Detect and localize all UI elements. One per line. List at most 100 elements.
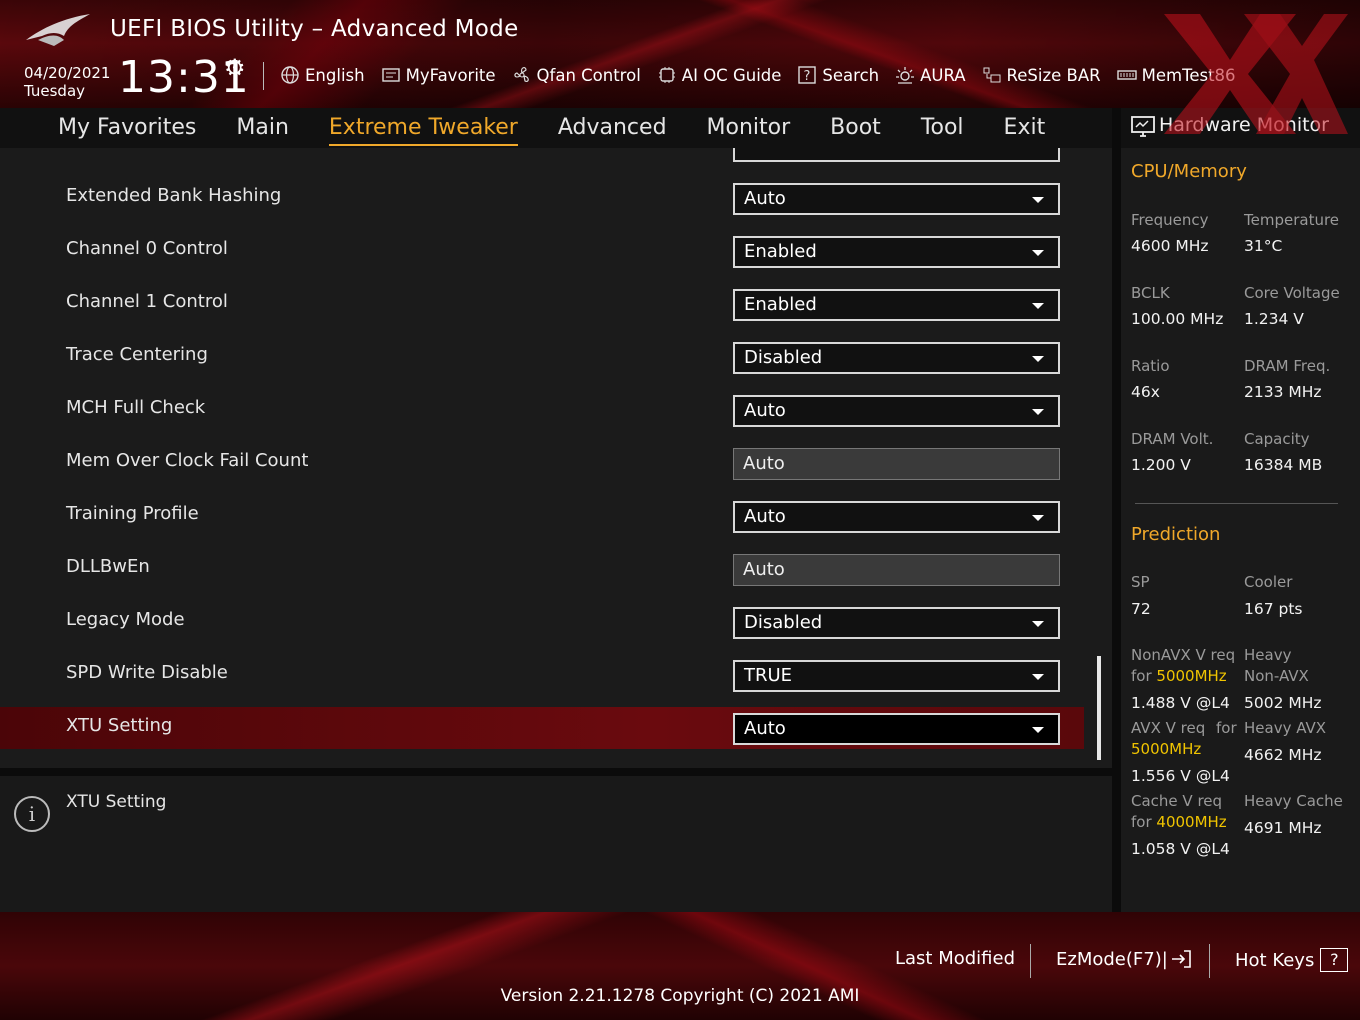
version-text: Version 2.21.1278 Copyright (C) 2021 AMI bbox=[500, 986, 860, 1006]
monitor-icon bbox=[1131, 116, 1155, 137]
language-label: English bbox=[305, 65, 365, 85]
setting-row-legacy-mode[interactable]: Legacy Mode Disabled bbox=[0, 601, 1100, 643]
setting-row-channel-0-control[interactable]: Channel 0 Control Enabled bbox=[0, 230, 1100, 272]
setting-row-xtu-setting[interactable]: XTU Setting Auto bbox=[0, 707, 1084, 749]
setting-dropdown[interactable]: Disabled bbox=[733, 342, 1060, 374]
main-tab-bar: My Favorites Main Extreme Tweaker Advanced M… bbox=[0, 108, 1112, 148]
myfavorite-button[interactable]: MyFavorite bbox=[381, 65, 496, 85]
setting-label: Channel 0 Control bbox=[66, 238, 228, 259]
setting-value: Auto bbox=[743, 453, 785, 474]
nonavx-vreq-value: 1.488 V @L4 bbox=[1131, 694, 1230, 712]
day-display: Tuesday bbox=[24, 82, 86, 100]
tab-advanced[interactable]: Advanced bbox=[558, 115, 667, 142]
cache-target-freq: 4000MHz bbox=[1156, 813, 1227, 831]
aura-light-icon bbox=[895, 65, 915, 85]
tab-tool[interactable]: Tool bbox=[921, 115, 964, 142]
setting-value-field: Auto bbox=[733, 554, 1060, 586]
favorite-icon bbox=[381, 65, 401, 85]
capacity-value: 16384 MB bbox=[1244, 456, 1323, 474]
setting-row-dllbwen[interactable]: DLLBwEn Auto bbox=[0, 548, 1100, 590]
tab-main[interactable]: Main bbox=[236, 115, 289, 142]
setting-dropdown[interactable]: Enabled bbox=[733, 289, 1060, 321]
bclk-value: 100.00 MHz bbox=[1131, 310, 1224, 328]
setting-value: TRUE bbox=[744, 665, 793, 686]
help-text: XTU Setting bbox=[66, 792, 167, 812]
setting-row-mch-full-check[interactable]: MCH Full Check Auto bbox=[0, 389, 1100, 431]
exit-arrow-icon bbox=[1171, 950, 1191, 968]
tab-monitor[interactable]: Monitor bbox=[707, 115, 791, 142]
setting-dropdown[interactable]: TRUE bbox=[733, 660, 1060, 692]
hot-keys-button[interactable]: Hot Keys ? bbox=[1235, 948, 1349, 972]
tab-exit[interactable]: Exit bbox=[1004, 115, 1046, 142]
chevron-down-icon bbox=[1032, 727, 1044, 733]
search-label: Search bbox=[822, 65, 880, 85]
setting-dropdown[interactable]: Auto bbox=[733, 183, 1060, 215]
dram-freq-label: DRAM Freq. bbox=[1244, 357, 1331, 375]
ezmode-label: EzMode(F7)| bbox=[1056, 948, 1168, 970]
tab-boot[interactable]: Boot bbox=[830, 115, 881, 142]
setting-value: Enabled bbox=[744, 294, 817, 315]
setting-label: SPD Write Disable bbox=[66, 662, 228, 683]
setting-row-training-profile[interactable]: Training Profile Auto bbox=[0, 495, 1100, 537]
setting-row-mem-over-clock-fail-count[interactable]: Mem Over Clock Fail Count Auto bbox=[0, 442, 1100, 484]
cooler-label: Cooler bbox=[1244, 573, 1293, 591]
tab-extreme-tweaker[interactable]: Extreme Tweaker bbox=[328, 115, 518, 146]
cooler-value: 167 pts bbox=[1244, 600, 1303, 618]
heavy-nonavx-value: 5002 MHz bbox=[1244, 694, 1322, 712]
setting-row-channel-1-control[interactable]: Channel 1 Control Enabled bbox=[0, 283, 1100, 325]
chevron-down-icon bbox=[1032, 356, 1044, 362]
setting-dropdown[interactable]: Enabled bbox=[733, 236, 1060, 268]
qfan-control-button[interactable]: Qfan Control bbox=[512, 65, 641, 85]
chevron-down-icon bbox=[1032, 409, 1044, 415]
nonavx-for-line: for 5000MHz bbox=[1131, 667, 1227, 685]
cache-for-line: for 4000MHz bbox=[1131, 813, 1227, 831]
cache-for-word: for bbox=[1131, 813, 1152, 831]
tab-my-favorites[interactable]: My Favorites bbox=[58, 115, 196, 142]
chevron-down-icon bbox=[1032, 303, 1044, 309]
cpu-memory-heading: CPU/Memory bbox=[1131, 161, 1247, 182]
chevron-down-icon bbox=[1032, 674, 1044, 680]
language-button[interactable]: English bbox=[280, 65, 365, 85]
frequency-value: 4600 MHz bbox=[1131, 237, 1209, 255]
memtest-label: MemTest86 bbox=[1141, 65, 1236, 85]
heavy-cache-value: 4691 MHz bbox=[1244, 819, 1322, 837]
heavy-nonavx-label-line1: Heavy bbox=[1244, 646, 1292, 664]
setting-label: Mem Over Clock Fail Count bbox=[66, 450, 309, 471]
settings-list: Extended Bank Hashing Auto Channel 0 Contr… bbox=[0, 148, 1112, 768]
setting-value: Auto bbox=[744, 400, 786, 421]
last-modified-button[interactable]: Last Modified bbox=[895, 948, 1015, 969]
qfan-control-label: Qfan Control bbox=[536, 65, 641, 85]
hw-section-divider bbox=[1135, 503, 1338, 504]
cache-vreq-value: 1.058 V @L4 bbox=[1131, 840, 1230, 858]
cut-off-dropdown[interactable] bbox=[733, 148, 1060, 162]
search-button[interactable]: ? Search bbox=[797, 65, 879, 85]
setting-row-trace-centering[interactable]: Trace Centering Disabled bbox=[0, 336, 1100, 378]
setting-label: XTU Setting bbox=[66, 715, 173, 736]
setting-row-extended-bank-hashing[interactable]: Extended Bank Hashing Auto bbox=[0, 177, 1100, 219]
globe-icon bbox=[280, 65, 300, 85]
ai-oc-guide-button[interactable]: AI OC Guide bbox=[657, 65, 781, 85]
avx-vreq-value: 1.556 V @L4 bbox=[1131, 767, 1230, 785]
app-title: UEFI BIOS Utility – Advanced Mode bbox=[110, 16, 519, 42]
setting-dropdown[interactable]: Auto bbox=[733, 713, 1060, 745]
setting-label: Channel 1 Control bbox=[66, 291, 228, 312]
setting-dropdown[interactable]: Auto bbox=[733, 501, 1060, 533]
clock-settings-gear-icon[interactable]: ⚙ bbox=[224, 54, 246, 82]
nonavx-vreq-label: NonAVX V req bbox=[1131, 646, 1236, 664]
aura-button[interactable]: AURA bbox=[895, 65, 966, 85]
setting-value: Disabled bbox=[744, 347, 823, 368]
ezmode-button[interactable]: EzMode(F7)| bbox=[1056, 948, 1192, 970]
prediction-heading: Prediction bbox=[1131, 524, 1221, 545]
setting-row-spd-write-disable[interactable]: SPD Write Disable TRUE bbox=[0, 654, 1100, 696]
core-voltage-value: 1.234 V bbox=[1244, 310, 1304, 328]
setting-dropdown[interactable]: Disabled bbox=[733, 607, 1060, 639]
temperature-value: 31°C bbox=[1244, 237, 1283, 255]
ratio-value: 46x bbox=[1131, 383, 1160, 401]
capacity-label: Capacity bbox=[1244, 430, 1310, 448]
rog-logo-icon bbox=[26, 14, 90, 46]
resize-bar-button[interactable]: ReSize BAR bbox=[982, 65, 1101, 85]
sp-value: 72 bbox=[1131, 600, 1151, 618]
setting-dropdown[interactable]: Auto bbox=[733, 395, 1060, 427]
memtest-button[interactable]: MemTest86 bbox=[1116, 65, 1236, 85]
search-icon: ? bbox=[797, 65, 817, 85]
